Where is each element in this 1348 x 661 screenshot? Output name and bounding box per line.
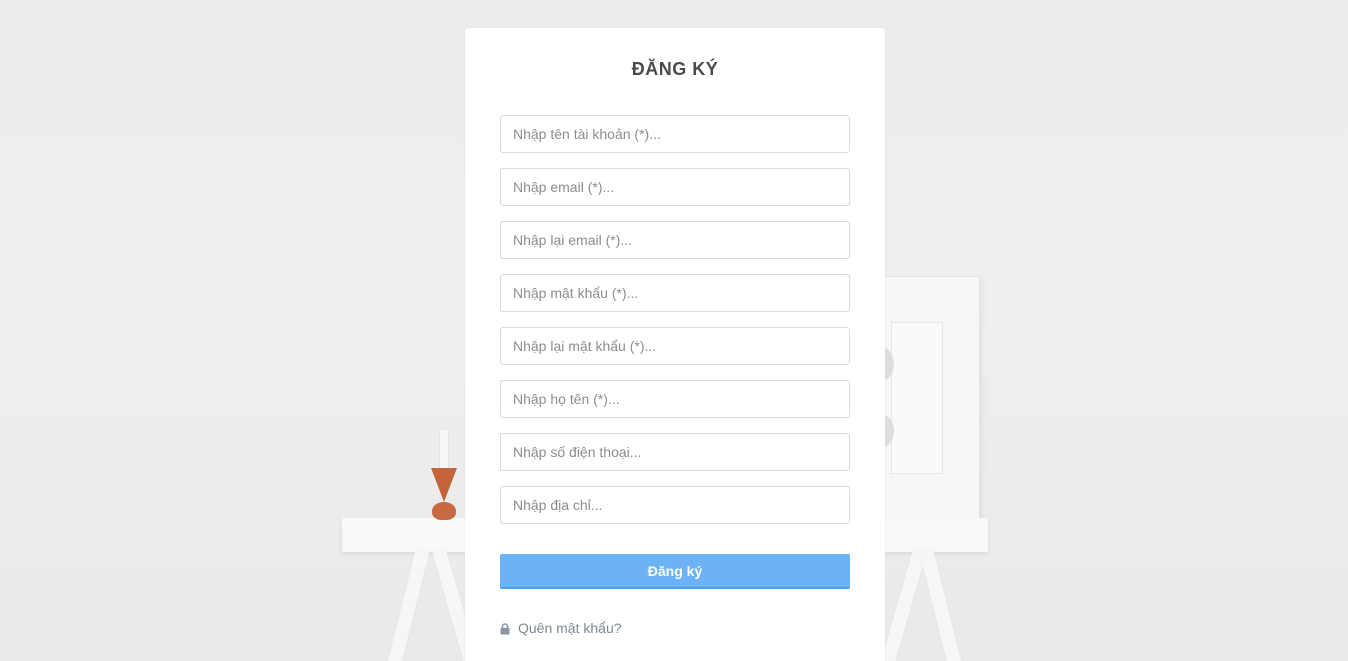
- password-input[interactable]: [500, 274, 850, 312]
- confirm-password-input[interactable]: [500, 327, 850, 365]
- background-table-leg: [384, 548, 430, 661]
- page-background: ĐĂNG KÝ Đăng ký Quên mật khẩu?: [0, 0, 1348, 661]
- background-candle-holder-base: [432, 502, 456, 520]
- username-input[interactable]: [500, 115, 850, 153]
- background-candle-holder: [431, 468, 457, 502]
- background-candle: [440, 430, 448, 470]
- forgot-password-link[interactable]: Quên mật khẩu?: [500, 619, 622, 637]
- fullname-input[interactable]: [500, 380, 850, 418]
- background-table-leg: [919, 548, 965, 661]
- background-frame-inner: [891, 322, 943, 474]
- confirm-email-input[interactable]: [500, 221, 850, 259]
- phone-input[interactable]: [500, 433, 850, 471]
- email-input[interactable]: [500, 168, 850, 206]
- register-button[interactable]: Đăng ký: [500, 554, 850, 589]
- register-form-card: ĐĂNG KÝ Đăng ký Quên mật khẩu?: [465, 28, 885, 661]
- forgot-password-label: Quên mật khẩu?: [518, 620, 622, 636]
- address-input[interactable]: [500, 486, 850, 524]
- lock-icon: [500, 622, 510, 635]
- form-title: ĐĂNG KÝ: [631, 59, 719, 79]
